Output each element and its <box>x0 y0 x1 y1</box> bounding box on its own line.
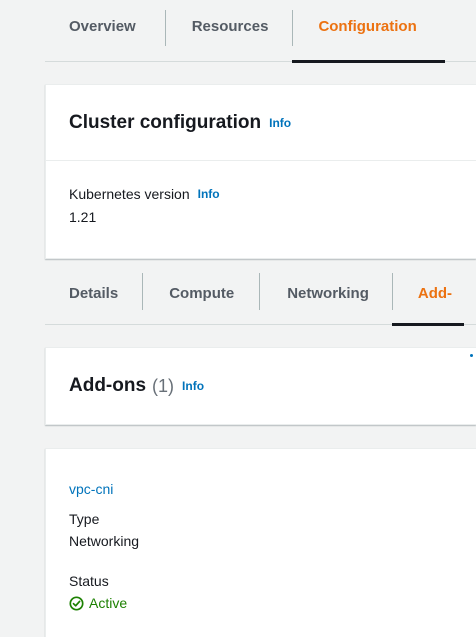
cluster-configuration-title: Cluster configuration <box>69 111 262 133</box>
add-on-status-label: Status <box>69 573 109 589</box>
tab-details[interactable]: Details <box>45 262 142 325</box>
add-on-card: vpc-cni Type Networking Status Active <box>45 448 476 637</box>
check-circle-icon <box>69 595 84 611</box>
top-tab-bar: Overview Resources Configuration <box>45 0 476 63</box>
add-on-status-value: Active <box>89 595 128 611</box>
add-ons-info-link[interactable]: Info <box>182 379 204 393</box>
cluster-configuration-header: Cluster configuration Info <box>46 85 476 161</box>
add-ons-count: (1) <box>152 375 175 396</box>
kubernetes-version-field: Kubernetes version Info 1.21 <box>69 186 220 225</box>
add-on-type-value: Networking <box>69 533 140 549</box>
add-ons-panel: Add-ons (1) Info <box>45 347 476 425</box>
add-ons-header: Add-ons (1) Info <box>46 348 476 424</box>
tab-configuration-label: Configuration <box>318 18 417 35</box>
add-on-status: Active <box>69 595 139 611</box>
eks-cluster-page: Overview Resources Configuration Cluster… <box>0 0 476 637</box>
kubernetes-version-value: 1.21 <box>69 209 97 225</box>
tab-compute-label: Compute <box>169 285 235 302</box>
tab-details-label: Details <box>69 285 119 302</box>
cluster-configuration-info-link[interactable]: Info <box>269 116 291 130</box>
add-on-name-link[interactable]: vpc-cni <box>69 481 139 497</box>
tab-add-ons[interactable]: Add- <box>391 262 465 326</box>
kubernetes-version-label: Kubernetes version <box>69 186 190 202</box>
kubernetes-version-info-link[interactable]: Info <box>198 187 220 201</box>
configuration-sub-tab-bar: Details Compute Networking Add- <box>45 262 476 326</box>
tab-compute[interactable]: Compute <box>142 262 259 325</box>
cluster-configuration-panel: Cluster configuration Info Kubernetes ve… <box>45 84 476 259</box>
tab-networking[interactable]: Networking <box>259 262 392 325</box>
tab-overview[interactable]: Overview <box>45 0 165 62</box>
tab-overview-label: Overview <box>69 18 136 35</box>
add-ons-title: Add-ons <box>69 375 147 396</box>
tab-resources-label: Resources <box>191 18 269 35</box>
tab-add-ons-label: Add- <box>417 285 453 302</box>
add-on-type-label: Type <box>69 511 100 527</box>
tab-networking-label: Networking <box>287 285 369 302</box>
tab-resources[interactable]: Resources <box>164 0 293 62</box>
add-on-card-content: vpc-cni Type Networking Status Active <box>69 481 139 611</box>
tab-configuration[interactable]: Configuration <box>292 0 446 63</box>
truncated-action-mark <box>470 354 473 357</box>
